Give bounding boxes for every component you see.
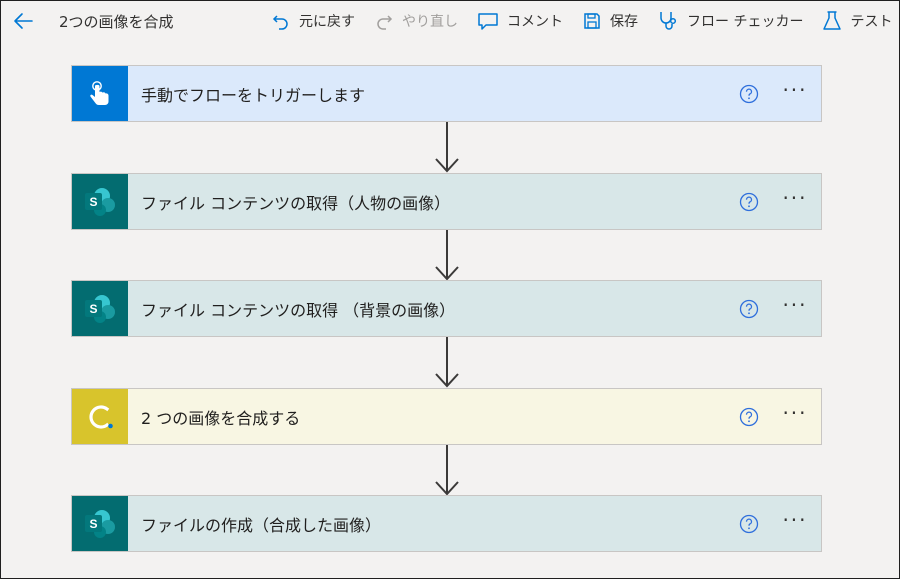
comment-icon: [477, 11, 499, 31]
save-button[interactable]: 保存: [582, 1, 638, 41]
test-label: テスト: [850, 14, 893, 30]
help-icon: [739, 84, 759, 103]
svg-text:S: S: [89, 302, 97, 316]
more-options-button[interactable]: ···: [769, 66, 821, 121]
step-card-get-file-person[interactable]: S ファイル コンテンツの取得（人物の画像） ···: [71, 173, 822, 230]
stethoscope-icon: [657, 10, 679, 32]
connector-arrow: [435, 230, 459, 281]
sharepoint-icon: S: [72, 281, 128, 336]
comment-label: コメント: [507, 14, 563, 30]
redo-icon: [374, 11, 394, 31]
step-card-trigger[interactable]: 手動でフローをトリガーします ···: [71, 65, 822, 122]
step-label: 手動でフローをトリガーします: [141, 85, 366, 105]
step-card-merge-images[interactable]: 2 つの画像を合成する ···: [71, 388, 822, 445]
connector-arrow: [435, 122, 459, 173]
help-button[interactable]: [729, 174, 769, 229]
back-button[interactable]: [1, 1, 45, 41]
connector-arrow: [435, 445, 459, 496]
undo-icon: [271, 11, 291, 31]
command-bar: 2つの画像を合成 元に戻す やり直し コメント 保存 フロー チェッカー テスト: [1, 1, 899, 41]
save-label: 保存: [610, 14, 638, 30]
manual-trigger-icon: [72, 66, 128, 121]
step-card-get-file-background[interactable]: S ファイル コンテンツの取得 （背景の画像） ···: [71, 280, 822, 337]
step-card-create-file[interactable]: S ファイルの作成（合成した画像） ···: [71, 495, 822, 552]
help-button[interactable]: [729, 66, 769, 121]
flow-checker-button[interactable]: フロー チェッカー: [657, 1, 803, 41]
help-button[interactable]: [729, 496, 769, 551]
undo-label: 元に戻す: [299, 14, 355, 30]
undo-button[interactable]: 元に戻す: [271, 1, 355, 41]
more-options-button[interactable]: ···: [769, 174, 821, 229]
help-icon: [739, 299, 759, 318]
save-icon: [582, 11, 602, 31]
flask-icon: [822, 10, 842, 32]
flow-canvas: 手動でフローをトリガーします ··· S ファイル コンテンツの取得（人物の画像…: [1, 41, 899, 578]
custom-connector-icon: [72, 389, 128, 444]
sharepoint-icon: S: [72, 174, 128, 229]
more-options-button[interactable]: ···: [769, 389, 821, 444]
more-options-button[interactable]: ···: [769, 281, 821, 336]
svg-text:S: S: [89, 195, 97, 209]
page-title: 2つの画像を合成: [59, 12, 174, 31]
connector-arrow: [435, 337, 459, 388]
help-icon: [739, 192, 759, 211]
app-window: 2つの画像を合成 元に戻す やり直し コメント 保存 フロー チェッカー テスト…: [0, 0, 900, 579]
comment-button[interactable]: コメント: [477, 1, 563, 41]
svg-text:S: S: [89, 517, 97, 531]
help-button[interactable]: [729, 389, 769, 444]
help-icon: [739, 407, 759, 426]
redo-label: やり直し: [402, 14, 458, 30]
help-button[interactable]: [729, 281, 769, 336]
flow-checker-label: フロー チェッカー: [687, 14, 804, 30]
sharepoint-icon: S: [72, 496, 128, 551]
step-label: ファイルの作成（合成した画像）: [141, 515, 382, 535]
more-options-button[interactable]: ···: [769, 496, 821, 551]
step-label: ファイル コンテンツの取得（人物の画像）: [141, 193, 451, 213]
help-icon: [739, 514, 759, 533]
redo-button[interactable]: やり直し: [374, 1, 458, 41]
test-button[interactable]: テスト: [822, 1, 892, 41]
step-label: ファイル コンテンツの取得 （背景の画像）: [141, 300, 456, 320]
toolbar: 元に戻す やり直し コメント 保存 フロー チェッカー テスト: [271, 1, 900, 41]
step-label: 2 つの画像を合成する: [141, 408, 301, 428]
arrow-left-icon: [14, 13, 33, 29]
